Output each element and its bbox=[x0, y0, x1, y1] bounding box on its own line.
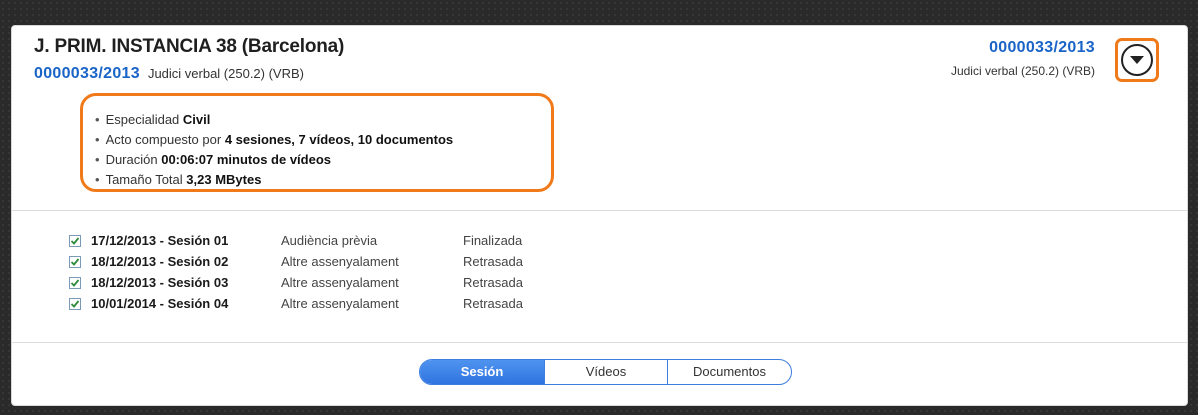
detail-composition: Acto compuesto por 4 sesiones, 7 vídeos,… bbox=[95, 130, 454, 150]
divider bbox=[12, 210, 1187, 211]
session-type: Altre assenyalament bbox=[281, 254, 399, 269]
session-row[interactable]: 10/01/2014 - Sesión 04 Altre assenyalame… bbox=[69, 293, 523, 314]
view-tabs: Sesión Vídeos Documentos bbox=[419, 359, 792, 385]
case-details-box: Especialidad Civil Acto compuesto por 4 … bbox=[80, 93, 554, 192]
court-title: J. PRIM. INSTANCIA 38 (Barcelona) bbox=[34, 36, 345, 57]
procedure-type-right: Judici verbal (250.2) (VRB) bbox=[950, 64, 1095, 78]
checkbox-checked-icon[interactable] bbox=[69, 255, 81, 268]
session-status: Retrasada bbox=[463, 254, 523, 269]
session-row[interactable]: 18/12/2013 - Sesión 03 Altre assenyalame… bbox=[69, 272, 523, 293]
session-list: 17/12/2013 - Sesión 01 Audiència prèvia … bbox=[69, 230, 523, 314]
session-status: Retrasada bbox=[463, 296, 523, 311]
checkbox-checked-icon[interactable] bbox=[69, 276, 81, 289]
divider bbox=[12, 342, 1187, 343]
session-date: 18/12/2013 - Sesión 03 bbox=[91, 275, 229, 290]
session-type: Audiència prèvia bbox=[281, 233, 378, 248]
checkbox-checked-icon[interactable] bbox=[69, 297, 81, 310]
tab-videos[interactable]: Vídeos bbox=[544, 360, 667, 384]
session-status: Retrasada bbox=[463, 275, 523, 290]
detail-specialty: Especialidad Civil bbox=[95, 110, 453, 130]
session-type: Altre assenyalament bbox=[281, 275, 399, 290]
procedure-type: Judici verbal (250.2) (VRB) bbox=[147, 66, 304, 81]
detail-size: Tamaño Total 3,23 MBytes bbox=[95, 170, 453, 190]
expand-toggle-button[interactable] bbox=[1115, 38, 1159, 82]
checkbox-checked-icon[interactable] bbox=[69, 234, 81, 247]
details-list: Especialidad Civil Acto compuesto por 4 … bbox=[95, 110, 454, 190]
case-number-right[interactable]: 0000033/2013 bbox=[989, 39, 1095, 57]
chevron-down-circle-icon bbox=[1121, 44, 1153, 76]
detail-duration: Duración 00:06:07 minutos de vídeos bbox=[95, 150, 453, 170]
session-date: 18/12/2013 - Sesión 02 bbox=[91, 254, 229, 269]
tab-sesion[interactable]: Sesión bbox=[420, 360, 544, 384]
case-number-link[interactable]: 0000033/2013 bbox=[34, 65, 140, 82]
session-date: 10/01/2014 - Sesión 04 bbox=[91, 296, 229, 311]
session-row[interactable]: 18/12/2013 - Sesión 02 Altre assenyalame… bbox=[69, 251, 523, 272]
case-subtitle: 0000033/2013 Judici verbal (250.2) (VRB) bbox=[34, 65, 304, 83]
session-type: Altre assenyalament bbox=[281, 296, 399, 311]
session-status: Finalizada bbox=[463, 233, 523, 248]
case-card: J. PRIM. INSTANCIA 38 (Barcelona) 000003… bbox=[11, 25, 1188, 406]
session-row[interactable]: 17/12/2013 - Sesión 01 Audiència prèvia … bbox=[69, 230, 523, 251]
session-date: 17/12/2013 - Sesión 01 bbox=[91, 233, 229, 248]
tab-documentos[interactable]: Documentos bbox=[667, 360, 791, 384]
